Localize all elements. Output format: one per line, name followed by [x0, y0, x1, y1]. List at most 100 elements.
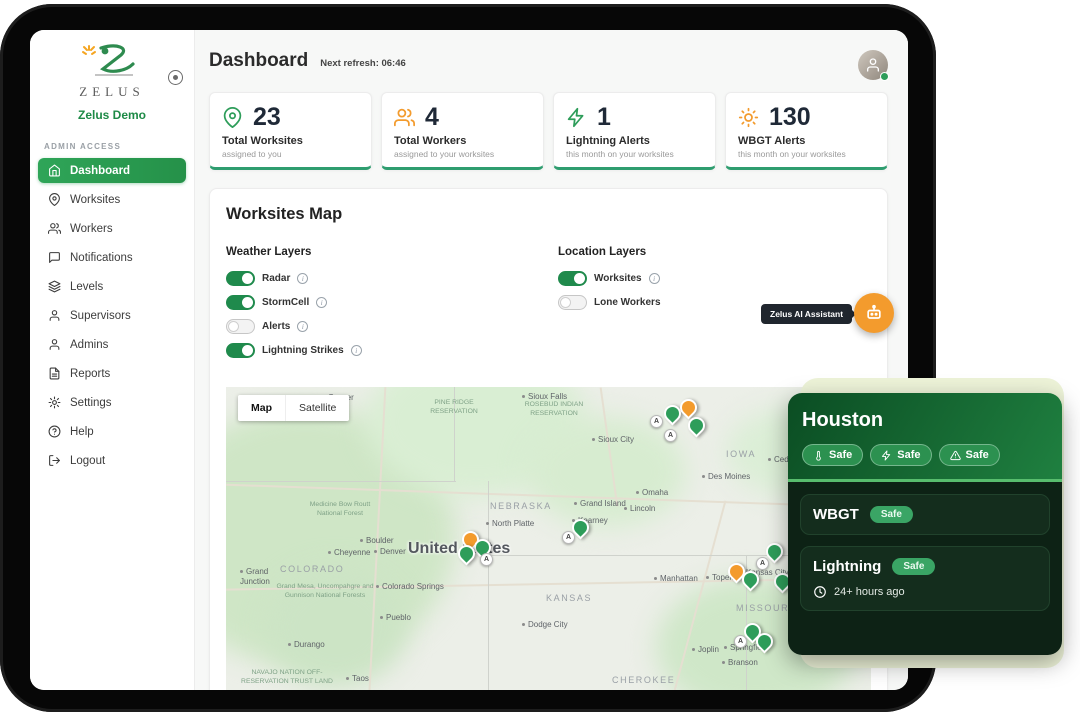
- city-label: Sioux Falls: [522, 392, 567, 401]
- lightning-last-strike: 24+ hours ago: [813, 585, 1037, 599]
- toggle-label: Lightning Strikes: [262, 345, 344, 356]
- satellite-view-button[interactable]: Satellite: [285, 395, 349, 421]
- info-icon[interactable]: i: [351, 345, 362, 356]
- stat-value: 23: [253, 103, 281, 132]
- worksite-marker[interactable]: A: [734, 635, 747, 648]
- sidebar-item-settings[interactable]: Settings: [38, 390, 186, 415]
- info-icon[interactable]: i: [316, 297, 327, 308]
- city-label: Colorado Springs: [376, 582, 444, 591]
- city-label: Des Moines: [702, 472, 750, 481]
- alert-triangle-icon: [950, 450, 961, 461]
- alerts-toggle[interactable]: [226, 319, 255, 334]
- sidebar-item-dashboard[interactable]: Dashboard: [38, 158, 186, 183]
- sidebar-item-label: Workers: [70, 223, 113, 235]
- sidebar-nav: Dashboard Worksites Workers Notification…: [30, 158, 194, 473]
- zelus-logo-icon: [71, 42, 153, 78]
- sidebar-item-workers[interactable]: Workers: [38, 216, 186, 241]
- wbgt-icon: [813, 450, 824, 461]
- lightning-icon: [881, 450, 892, 461]
- layer-row-stormcell: StormCell i: [226, 295, 558, 310]
- worksite-marker[interactable]: A: [664, 429, 677, 442]
- sidebar-item-label: Supervisors: [70, 310, 131, 322]
- map-pin-icon: [48, 193, 61, 206]
- stormcell-toggle[interactable]: [226, 295, 255, 310]
- file-icon: [48, 367, 61, 380]
- stat-sublabel: this month on your worksites: [738, 149, 875, 159]
- city-label: Branson: [722, 658, 758, 667]
- houston-header: Houston Safe Safe Safe: [788, 393, 1062, 479]
- region-label: NAVAJO NATION OFF-RESERVATION TRUST LAND: [230, 669, 344, 687]
- lightning-strikes-toggle[interactable]: [226, 343, 255, 358]
- stat-sublabel: assigned to your worksites: [394, 149, 531, 159]
- city-label: North Platte: [486, 519, 534, 528]
- stat-label: Total Workers: [394, 135, 531, 147]
- sidebar-item-notifications[interactable]: Notifications: [38, 245, 186, 270]
- worksite-pin-icon: [222, 107, 243, 128]
- toggle-label: Worksites: [594, 273, 642, 284]
- lone-workers-toggle[interactable]: [558, 295, 587, 310]
- sidebar-item-label: Admins: [70, 339, 108, 351]
- sidebar-item-label: Settings: [70, 397, 112, 409]
- city-label: Omaha: [636, 488, 668, 497]
- wbgt-safe-badge: Safe: [870, 506, 913, 523]
- houston-title: Houston: [802, 409, 1048, 432]
- stat-cards-row: 23 Total Worksites assigned to you 4 Tot…: [195, 80, 908, 170]
- stat-card-lightning-alerts: 1 Lightning Alerts this month on your wo…: [553, 92, 716, 170]
- worksite-marker[interactable]: A: [756, 557, 769, 570]
- houston-body: WBGT Safe Lightning Safe 24+ hours ago: [788, 482, 1062, 655]
- workers-icon: [394, 107, 415, 128]
- state-label: CHEROKEE: [612, 675, 675, 685]
- sidebar-item-reports[interactable]: Reports: [38, 361, 186, 386]
- city-label: Dodge City: [522, 620, 568, 629]
- pill-label: Safe: [829, 449, 852, 461]
- wbgt-status-pill: Safe: [802, 444, 863, 466]
- state-label: NEBRASKA: [490, 501, 552, 511]
- region-label: PINE RIDGE RESERVATION: [412, 399, 496, 417]
- sidebar-item-label: Notifications: [70, 252, 133, 264]
- sidebar-collapse-button[interactable]: [168, 70, 183, 85]
- sidebar-item-admins[interactable]: Admins: [38, 332, 186, 357]
- map-view-button[interactable]: Map: [238, 395, 285, 421]
- houston-status-pills: Safe Safe Safe: [802, 444, 1048, 466]
- sidebar-item-supervisors[interactable]: Supervisors: [38, 303, 186, 328]
- sidebar-item-worksites[interactable]: Worksites: [38, 187, 186, 212]
- radar-toggle[interactable]: [226, 271, 255, 286]
- weather-layers: Weather Layers Radar i StormCell i: [226, 246, 558, 367]
- state-label: MISSOURI: [736, 603, 793, 613]
- info-icon[interactable]: i: [297, 273, 308, 284]
- avatar[interactable]: [858, 50, 888, 80]
- sidebar-item-label: Logout: [70, 455, 105, 467]
- ai-assistant-button[interactable]: [854, 293, 894, 333]
- layer-row-worksites: Worksites i: [558, 271, 871, 286]
- sidebar-item-help[interactable]: Help: [38, 419, 186, 444]
- worksites-map[interactable]: Map Satellite United States WYOMING IOWA…: [226, 387, 871, 690]
- worksite-marker[interactable]: A: [480, 553, 493, 566]
- houston-status-card: Houston Safe Safe Safe WBGT: [788, 393, 1062, 655]
- lightning-status-row: Lightning Safe 24+ hours ago: [800, 546, 1050, 611]
- sidebar-item-levels[interactable]: Levels: [38, 274, 186, 299]
- logo-block: ZELUS Zelus Demo: [30, 30, 194, 122]
- user-icon: [48, 338, 61, 351]
- home-icon: [48, 164, 61, 177]
- city-label: Denver: [374, 547, 406, 556]
- sidebar-item-label: Levels: [70, 281, 103, 293]
- worksites-map-card: Worksites Map Weather Layers Radar i Sto…: [209, 188, 888, 690]
- lightning-status-pill: Safe: [870, 444, 931, 466]
- logout-icon: [48, 454, 61, 467]
- sidebar-item-logout[interactable]: Logout: [38, 448, 186, 473]
- lightning-safe-badge: Safe: [892, 558, 935, 575]
- info-icon[interactable]: i: [649, 273, 660, 284]
- city-label: Grand Island: [574, 499, 626, 508]
- worksite-marker[interactable]: A: [562, 531, 575, 544]
- stat-card-total-workers: 4 Total Workers assigned to your worksit…: [381, 92, 544, 170]
- help-icon: [48, 425, 61, 438]
- map-card-title: Worksites Map: [226, 205, 871, 224]
- worksite-marker[interactable]: A: [650, 415, 663, 428]
- user-icon: [865, 57, 881, 73]
- next-refresh-label: Next refresh: 06:46: [320, 58, 406, 69]
- app-screen: ZELUS Zelus Demo ADMIN ACCESS Dashboard …: [30, 30, 908, 690]
- toggle-label: Alerts: [262, 321, 290, 332]
- stat-label: Lightning Alerts: [566, 135, 703, 147]
- worksites-toggle[interactable]: [558, 271, 587, 286]
- info-icon[interactable]: i: [297, 321, 308, 332]
